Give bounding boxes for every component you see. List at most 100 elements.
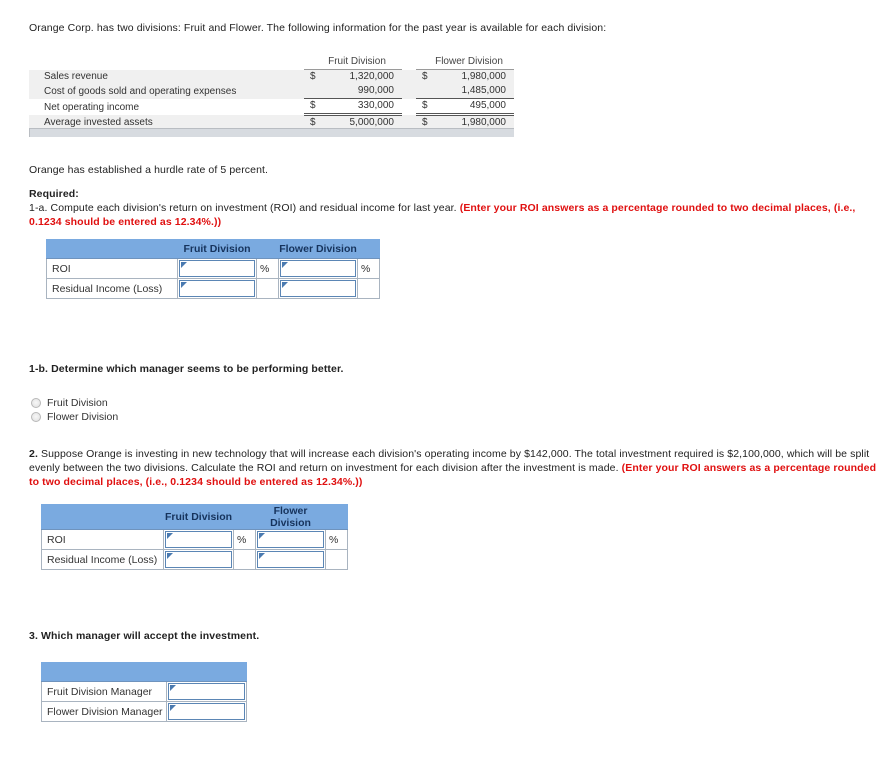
roi2-flower-percent-sign: %	[325, 529, 348, 550]
row-label-roi: ROI	[46, 258, 178, 279]
residual2-fruit-input[interactable]	[165, 551, 232, 568]
question-2-text: 2. Suppose Orange is investing in new te…	[29, 447, 885, 489]
radio-button-icon[interactable]	[31, 397, 41, 408]
radio-button-icon[interactable]	[31, 411, 41, 422]
residual2-flower-input[interactable]	[257, 551, 324, 568]
row-label: Sales revenue	[29, 69, 304, 84]
header-flower-division: Flower Division	[278, 239, 358, 259]
roi-fruit-percent-sign: %	[256, 258, 279, 279]
header-flower-pct-spacer	[357, 239, 380, 259]
question-3-number: 3.	[29, 630, 38, 642]
row-label-flower-division-manager: Flower Division Manager	[41, 701, 167, 722]
row-gap	[402, 69, 416, 84]
residual2-flower-suffix	[325, 549, 348, 570]
header-flower-division: Flower Division	[255, 504, 326, 530]
row-fruit-value: 330,000	[320, 98, 402, 116]
given-data-table: Fruit Division Flower Division Sales rev…	[29, 55, 514, 130]
given-data-table-wrapper: Fruit Division Flower Division Sales rev…	[29, 55, 514, 130]
row-fruit-value: 1,320,000	[320, 69, 402, 84]
fruit-manager-input-cell[interactable]	[166, 681, 247, 702]
answer-table-3-row-flower-manager: Flower Division Manager	[41, 701, 247, 722]
residual-fruit-input[interactable]	[179, 280, 255, 297]
header-blank-left	[41, 662, 167, 682]
answer-table-2-row-roi: ROI % %	[41, 529, 348, 550]
residual-fruit-suffix	[256, 278, 279, 299]
row-flower-currency	[416, 84, 432, 99]
hurdle-rate-text: Orange has established a hurdle rate of …	[29, 164, 269, 176]
answer-table-1-row-residual-income: Residual Income (Loss)	[46, 278, 380, 299]
roi2-flower-input-cell[interactable]	[255, 529, 326, 550]
fruit-manager-input[interactable]	[168, 683, 245, 700]
question-1b-number: 1-b.	[29, 363, 49, 375]
answer-table-3-header-row	[41, 662, 247, 682]
answer-table-2-header-row: Fruit Division Flower Division	[41, 504, 348, 530]
flower-manager-input-cell[interactable]	[166, 701, 247, 722]
answer-table-2: Fruit Division Flower Division ROI % % R…	[41, 504, 348, 570]
row-flower-value: 1,485,000	[432, 84, 514, 99]
header-blank-right	[166, 662, 247, 682]
given-header-fruit: Fruit Division	[320, 55, 402, 70]
header-fruit-division: Fruit Division	[163, 504, 234, 530]
division-radio-group[interactable]: Fruit Division Flower Division	[31, 396, 118, 424]
answer-table-1: Fruit Division Flower Division ROI % % R…	[46, 239, 380, 299]
roi2-flower-input[interactable]	[257, 531, 324, 548]
residual2-flower-input-cell[interactable]	[255, 549, 326, 570]
row-label-fruit-division-manager: Fruit Division Manager	[41, 681, 167, 702]
residual2-fruit-input-cell[interactable]	[163, 549, 234, 570]
roi2-fruit-percent-sign: %	[233, 529, 256, 550]
question-3-text: 3. Which manager will accept the investm…	[29, 629, 259, 643]
roi-flower-input-cell[interactable]	[278, 258, 358, 279]
residual-fruit-input-cell[interactable]	[177, 278, 257, 299]
header-blank	[41, 504, 164, 530]
row-label-residual-income: Residual Income (Loss)	[46, 278, 178, 299]
roi2-fruit-input-cell[interactable]	[163, 529, 234, 550]
answer-table-2-row-residual-income: Residual Income (Loss)	[41, 549, 348, 570]
answer-table-3-row-fruit-manager: Fruit Division Manager	[41, 681, 247, 702]
residual-flower-suffix	[357, 278, 380, 299]
given-header-blank	[29, 55, 304, 70]
header-flower-pct-spacer	[325, 504, 348, 530]
residual-flower-input-cell[interactable]	[278, 278, 358, 299]
header-fruit-pct-spacer	[256, 239, 279, 259]
row-flower-value: 495,000	[432, 98, 514, 116]
header-fruit-pct-spacer	[233, 504, 256, 530]
question-1a-text: 1-a. Compute each division's return on i…	[29, 201, 885, 229]
question-3-body: Which manager will accept the investment…	[37, 630, 260, 642]
given-table-header-row: Fruit Division Flower Division	[29, 55, 514, 70]
row-gap	[402, 84, 416, 99]
flower-manager-input[interactable]	[168, 703, 245, 720]
header-fruit-division: Fruit Division	[177, 239, 257, 259]
question-2-number: 2.	[29, 448, 38, 460]
row-fruit-currency: $	[304, 69, 320, 84]
given-header-fruit-cur	[304, 55, 320, 70]
header-blank	[46, 239, 178, 259]
given-table-footer-bar	[29, 128, 514, 137]
answer-table-1-header-row: Fruit Division Flower Division	[46, 239, 380, 259]
given-row-sales-revenue: Sales revenue $ 1,320,000 $ 1,980,000	[29, 69, 514, 84]
given-header-gap	[402, 55, 416, 70]
row-flower-currency: $	[416, 69, 432, 84]
radio-option-flower-division[interactable]: Flower Division	[31, 410, 118, 423]
row-gap	[402, 98, 416, 115]
given-row-net-operating-income: Net operating income $ 330,000 $ 495,000	[29, 98, 514, 116]
row-flower-value: 1,980,000	[432, 69, 514, 84]
row-label: Cost of goods sold and operating expense…	[29, 84, 304, 99]
given-header-flower: Flower Division	[432, 55, 514, 70]
radio-label-fruit-division: Fruit Division	[47, 396, 108, 409]
radio-option-fruit-division[interactable]: Fruit Division	[31, 396, 118, 409]
roi-flower-input[interactable]	[280, 260, 356, 277]
required-label: Required:	[29, 188, 79, 200]
radio-label-flower-division: Flower Division	[47, 410, 119, 423]
roi-fruit-input-cell[interactable]	[177, 258, 257, 279]
intro-paragraph: Orange Corp. has two divisions: Fruit an…	[29, 22, 607, 34]
residual-flower-input[interactable]	[280, 280, 356, 297]
question-1b-body: Determine which manager seems to be perf…	[48, 363, 344, 375]
row-fruit-currency: $	[304, 98, 320, 116]
question-1b-text: 1-b. Determine which manager seems to be…	[29, 362, 344, 376]
roi-fruit-input[interactable]	[179, 260, 255, 277]
answer-table-3: Fruit Division Manager Flower Division M…	[41, 662, 247, 722]
answer-table-1-row-roi: ROI % %	[46, 258, 380, 279]
residual2-fruit-suffix	[233, 549, 256, 570]
roi-flower-percent-sign: %	[357, 258, 380, 279]
roi2-fruit-input[interactable]	[165, 531, 232, 548]
